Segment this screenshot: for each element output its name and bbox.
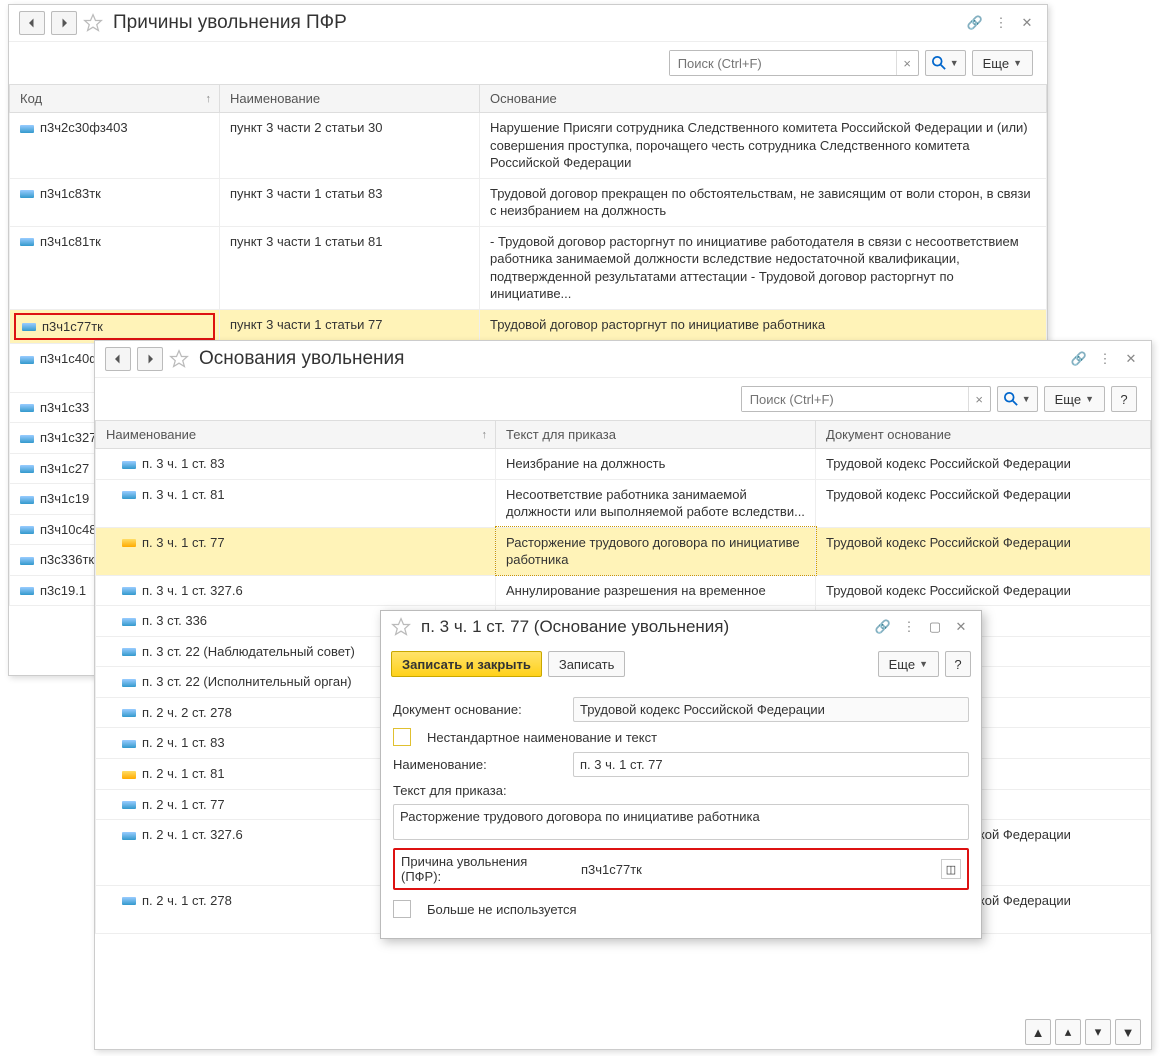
search-button[interactable]: ▼ xyxy=(925,50,966,76)
nonstandard-checkbox[interactable] xyxy=(393,728,411,746)
link-icon[interactable]: 🔗 xyxy=(965,13,985,33)
table-row[interactable]: п. 3 ч. 1 ст. 83Неизбрание на должностьТ… xyxy=(96,449,1151,480)
favorite-icon[interactable] xyxy=(391,617,411,637)
link-icon[interactable]: 🔗 xyxy=(1069,349,1089,369)
back-button[interactable] xyxy=(19,11,45,35)
row-icon xyxy=(122,897,136,905)
doc-field[interactable]: Трудовой кодекс Российской Федерации xyxy=(573,697,969,722)
col-doc[interactable]: Документ основание xyxy=(816,421,1151,449)
maximize-icon[interactable]: ▢ xyxy=(925,617,945,637)
row-icon xyxy=(20,190,34,198)
row-icon xyxy=(122,618,136,626)
col-name[interactable]: Наименование↑ xyxy=(96,421,496,449)
scroll-up-icon[interactable]: ▴ xyxy=(1055,1019,1081,1045)
search-input-wrap: × xyxy=(669,50,919,76)
open-reference-icon[interactable]: ◫ xyxy=(941,859,961,879)
row-icon xyxy=(122,539,136,547)
more-button[interactable]: Еще▼ xyxy=(1044,386,1105,412)
order-text-field[interactable]: Расторжение трудового договора по инициа… xyxy=(393,804,969,840)
name-label: Наименование: xyxy=(393,757,563,772)
row-icon xyxy=(122,801,136,809)
row-icon xyxy=(20,496,34,504)
save-close-button[interactable]: Записать и закрыть xyxy=(391,651,542,677)
clear-search-icon[interactable]: × xyxy=(968,387,990,411)
row-icon xyxy=(20,356,34,364)
row-icon xyxy=(22,323,36,331)
save-button[interactable]: Записать xyxy=(548,651,626,677)
help-button[interactable]: ? xyxy=(1111,386,1137,412)
more-button[interactable]: Еще▼ xyxy=(878,651,939,677)
table-row[interactable]: п3ч1с81ткпункт 3 части 1 статьи 81- Труд… xyxy=(10,226,1047,309)
favorite-icon[interactable] xyxy=(83,13,103,33)
form-title: п. 3 ч. 1 ст. 77 (Основание увольнения) xyxy=(421,617,867,637)
row-icon xyxy=(20,587,34,595)
forward-button[interactable] xyxy=(137,347,163,371)
forward-button[interactable] xyxy=(51,11,77,35)
more-button[interactable]: Еще▼ xyxy=(972,50,1033,76)
page-title: Причины увольнения ПФР xyxy=(113,12,959,34)
col-code[interactable]: Код↑ xyxy=(10,85,220,113)
row-icon xyxy=(122,679,136,687)
row-icon xyxy=(20,125,34,133)
row-icon xyxy=(122,709,136,717)
search-button[interactable]: ▼ xyxy=(997,386,1038,412)
table-row[interactable]: п. 3 ч. 1 ст. 77Расторжение трудового до… xyxy=(96,527,1151,575)
more-icon[interactable]: ⋮ xyxy=(991,13,1011,33)
search-input-wrap: × xyxy=(741,386,991,412)
row-icon xyxy=(20,238,34,246)
scroll-down-icon[interactable]: ▾ xyxy=(1085,1019,1111,1045)
table-row[interactable]: п. 3 ч. 1 ст. 81Несоответствие работника… xyxy=(96,479,1151,527)
close-icon[interactable]: ✕ xyxy=(1017,13,1037,33)
back-button[interactable] xyxy=(105,347,131,371)
row-icon xyxy=(20,435,34,443)
row-icon xyxy=(122,832,136,840)
clear-search-icon[interactable]: × xyxy=(896,51,918,75)
row-icon xyxy=(20,526,34,534)
col-name[interactable]: Наименование xyxy=(220,85,480,113)
search-input[interactable] xyxy=(670,51,896,75)
order-label: Текст для приказа: xyxy=(393,783,563,798)
row-icon xyxy=(20,465,34,473)
row-icon xyxy=(122,771,136,779)
row-icon xyxy=(122,491,136,499)
close-icon[interactable]: ✕ xyxy=(1121,349,1141,369)
page-title: Основания увольнения xyxy=(199,348,1063,370)
more-icon[interactable]: ⋮ xyxy=(1095,349,1115,369)
scroll-top-icon[interactable]: ▲ xyxy=(1025,1019,1051,1045)
table-row[interactable]: п3ч1с83ткпункт 3 части 1 статьи 83Трудов… xyxy=(10,178,1047,226)
unused-checkbox[interactable] xyxy=(393,900,411,918)
row-icon xyxy=(20,404,34,412)
row-icon xyxy=(122,587,136,595)
more-icon[interactable]: ⋮ xyxy=(899,617,919,637)
table-row[interactable]: п3ч1с77ткпункт 3 части 1 статьи 77Трудов… xyxy=(10,309,1047,344)
row-icon xyxy=(20,557,34,565)
nonstandard-label: Нестандартное наименование и текст xyxy=(427,730,657,745)
search-input[interactable] xyxy=(742,387,968,411)
pfr-label: Причина увольнения (ПФР): xyxy=(401,854,571,884)
unused-label: Больше не используется xyxy=(427,902,577,917)
link-icon[interactable]: 🔗 xyxy=(873,617,893,637)
close-icon[interactable]: ✕ xyxy=(951,617,971,637)
col-basis[interactable]: Основание xyxy=(480,85,1047,113)
row-icon xyxy=(122,461,136,469)
table-row[interactable]: п3ч2с30фз403пункт 3 части 2 статьи 30Нар… xyxy=(10,113,1047,179)
name-field[interactable]: п. 3 ч. 1 ст. 77 xyxy=(573,752,969,777)
help-button[interactable]: ? xyxy=(945,651,971,677)
col-order-text[interactable]: Текст для приказа xyxy=(496,421,816,449)
scroll-bottom-icon[interactable]: ▼ xyxy=(1115,1019,1141,1045)
pfr-field[interactable]: п3ч1с77тк xyxy=(581,862,931,877)
row-icon xyxy=(122,740,136,748)
table-row[interactable]: п. 3 ч. 1 ст. 327.6Аннулирование разреше… xyxy=(96,575,1151,606)
favorite-icon[interactable] xyxy=(169,349,189,369)
row-icon xyxy=(122,648,136,656)
doc-label: Документ основание: xyxy=(393,702,563,717)
pfr-row: Причина увольнения (ПФР): п3ч1с77тк ◫ xyxy=(393,848,969,890)
